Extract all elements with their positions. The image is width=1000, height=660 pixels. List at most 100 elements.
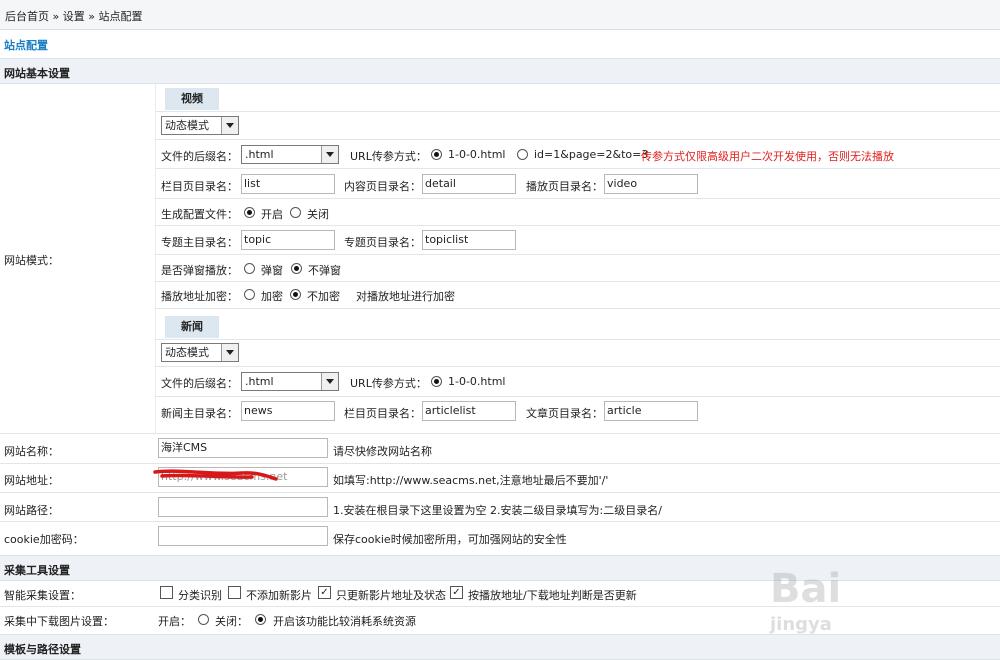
collect-img-on-radio[interactable] <box>198 614 209 625</box>
site-name-hint: 请尽快修改网站名称 <box>333 445 432 458</box>
video-encrypt-no-label: 不加密 <box>307 290 340 303</box>
video-encrypt-label: 播放地址加密： <box>161 290 238 303</box>
site-mode-label: 网站模式： <box>4 254 59 267</box>
collect-opt3-checkbox[interactable]: ✓ <box>318 586 331 599</box>
video-url-param-label: URL传参方式： <box>350 150 427 163</box>
video-popup-yes-label: 弹窗 <box>261 264 283 277</box>
divider <box>155 111 1000 112</box>
video-topic-main-label: 专题主目录名： <box>161 236 238 249</box>
chevron-down-icon <box>221 117 238 134</box>
divider <box>155 396 1000 397</box>
video-column-dir-label: 栏目页目录名： <box>161 180 238 193</box>
news-suffix-select-value: .html <box>245 375 274 388</box>
chevron-down-icon <box>221 344 238 361</box>
video-topic-main-input[interactable]: topic <box>241 230 335 250</box>
video-encrypt-no-radio[interactable] <box>290 289 301 300</box>
watermark-sub: jingya <box>770 614 832 635</box>
news-url-param-label: URL传参方式： <box>350 377 427 390</box>
collect-opt4-checkbox[interactable]: ✓ <box>450 586 463 599</box>
divider <box>155 225 1000 226</box>
video-content-dir-label: 内容页目录名： <box>344 180 421 193</box>
site-path-input[interactable] <box>158 497 328 517</box>
video-content-dir-input[interactable]: detail <box>422 174 516 194</box>
news-suffix-select[interactable]: .html <box>241 372 339 391</box>
divider <box>155 168 1000 169</box>
collect-opt3-label: 只更新影片地址及状态 <box>336 589 446 602</box>
news-main-dir-label: 新闻主目录名： <box>161 407 238 420</box>
video-play-dir-input[interactable]: video <box>604 174 698 194</box>
section-basic: 网站基本设置 <box>0 58 1000 84</box>
divider <box>155 366 1000 367</box>
collect-opt2-label: 不添加新影片 <box>246 589 312 602</box>
redaction-scribble <box>153 469 278 481</box>
video-popup-no-label: 不弹窗 <box>308 264 341 277</box>
video-gen-on-label: 开启 <box>261 208 283 221</box>
page-title-bar: 站点配置 <box>0 30 1000 58</box>
video-encrypt-yes-radio[interactable] <box>244 289 255 300</box>
news-main-dir-input[interactable]: news <box>241 401 335 421</box>
news-mode-select-value: 动态模式 <box>165 346 209 359</box>
chevron-down-icon <box>321 146 338 163</box>
video-encrypt-hint: 对播放地址进行加密 <box>356 290 455 303</box>
divider <box>0 492 1000 493</box>
breadcrumb-bar: 后台首页 » 设置 » 站点配置 <box>0 0 1000 30</box>
news-suffix-label: 文件的后缀名： <box>161 377 238 390</box>
collect-img-label: 采集中下载图片设置： <box>4 615 114 628</box>
news-url-option1-label: 1-0-0.html <box>448 375 506 388</box>
label-divider <box>155 84 156 434</box>
collect-img-hint: 开启该功能比较消耗系统资源 <box>273 615 416 628</box>
site-path-hint: 1.安装在根目录下这里设置为空 2.安装二级目录填写为:二级目录名/ <box>333 504 662 517</box>
video-popup-yes-radio[interactable] <box>244 263 255 274</box>
cookie-input[interactable] <box>158 526 328 546</box>
collect-opt1-checkbox[interactable] <box>160 586 173 599</box>
chevron-down-icon <box>321 373 338 390</box>
site-name-input[interactable]: 海洋CMS <box>158 438 328 458</box>
collect-opt2-checkbox[interactable] <box>228 586 241 599</box>
site-url-label: 网站地址： <box>4 474 59 487</box>
video-url-option2-radio[interactable] <box>517 149 528 160</box>
video-column-dir-input[interactable]: list <box>241 174 335 194</box>
site-path-label: 网站路径： <box>4 504 59 517</box>
video-encrypt-yes-label: 加密 <box>261 290 283 303</box>
cookie-hint: 保存cookie时候加密所用，可加强网站的安全性 <box>333 533 567 546</box>
breadcrumb[interactable]: 后台首页 » 设置 » 站点配置 <box>5 8 142 24</box>
section-collect-title: 采集工具设置 <box>4 564 70 577</box>
news-article-dir-input[interactable]: article <box>604 401 698 421</box>
video-mode-select[interactable]: 动态模式 <box>161 116 239 135</box>
tab-news[interactable]: 新闻 <box>165 316 219 338</box>
site-url-hint: 如填写:http://www.seacms.net,注意地址最后不要加'/' <box>333 474 609 487</box>
tab-video[interactable]: 视频 <box>165 88 219 110</box>
cookie-label: cookie加密码： <box>4 533 84 546</box>
video-popup-label: 是否弹窗播放： <box>161 264 238 277</box>
divider <box>155 198 1000 199</box>
collect-img-off-radio[interactable] <box>255 614 266 625</box>
video-topic-page-label: 专题页目录名： <box>344 236 421 249</box>
divider <box>155 308 1000 309</box>
news-url-option1-radio[interactable] <box>431 376 442 387</box>
video-gen-config-label: 生成配置文件： <box>161 208 238 221</box>
section-template: 模板与路径设置 <box>0 634 1000 660</box>
video-url-option1-label: 1-0-0.html <box>448 148 506 161</box>
section-template-title: 模板与路径设置 <box>4 643 81 656</box>
news-column-dir-label: 栏目页目录名： <box>344 407 421 420</box>
video-suffix-select[interactable]: .html <box>241 145 339 164</box>
video-gen-on-radio[interactable] <box>244 207 255 218</box>
news-article-dir-label: 文章页目录名： <box>526 407 603 420</box>
divider <box>0 433 1000 434</box>
section-basic-title: 网站基本设置 <box>4 67 70 80</box>
site-name-label: 网站名称： <box>4 445 59 458</box>
divider <box>155 339 1000 340</box>
collect-img-on-label: 开启： <box>158 615 191 628</box>
section-collect: 采集工具设置 <box>0 555 1000 581</box>
video-topic-page-input[interactable]: topiclist <box>422 230 516 250</box>
divider <box>155 139 1000 140</box>
collect-img-off-label: 关闭： <box>215 615 248 628</box>
divider <box>0 606 1000 607</box>
news-column-dir-input[interactable]: articlelist <box>422 401 516 421</box>
video-url-option1-radio[interactable] <box>431 149 442 160</box>
news-mode-select[interactable]: 动态模式 <box>161 343 239 362</box>
video-gen-off-radio[interactable] <box>290 207 301 218</box>
video-url-option2-label: id=1&page=2&to=3 <box>534 148 649 161</box>
video-popup-no-radio[interactable] <box>291 263 302 274</box>
video-suffix-label: 文件的后缀名： <box>161 150 238 163</box>
